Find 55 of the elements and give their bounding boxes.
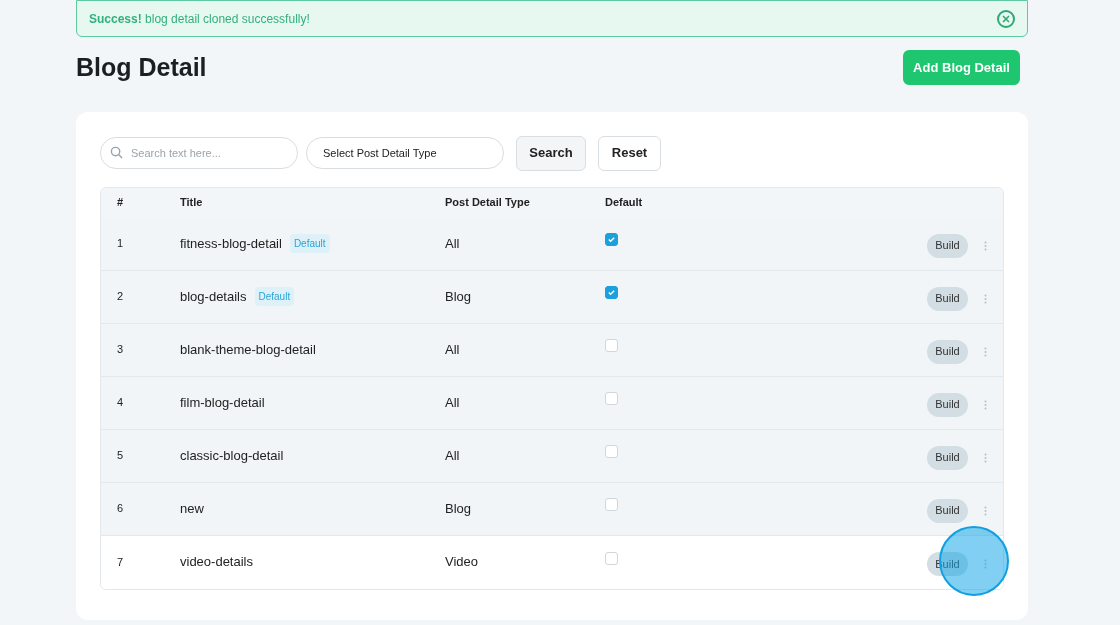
close-icon[interactable] (997, 9, 1015, 28)
row-number: 7 (116, 554, 125, 570)
type-text: All (445, 393, 461, 412)
build-button[interactable]: Build (927, 286, 968, 311)
default-checkbox[interactable] (605, 286, 618, 299)
title-text: blog-details (180, 287, 247, 306)
search-field[interactable]: Search text here... (100, 137, 298, 169)
more-icon[interactable] (984, 240, 987, 251)
row-number: 2 (116, 289, 125, 305)
check-icon (607, 288, 616, 297)
more-icon[interactable] (984, 505, 987, 516)
title-text: fitness-blog-detail (180, 234, 282, 253)
default-checkbox[interactable] (605, 551, 618, 565)
type-text: All (445, 340, 461, 359)
column-header: Default (605, 195, 643, 211)
column-header: Post Detail Type (445, 195, 531, 211)
title-text: blank-theme-blog-detail (180, 340, 316, 359)
title-text: video-details (180, 553, 253, 572)
build-button[interactable]: Build (927, 498, 968, 523)
more-icon[interactable] (984, 399, 987, 410)
row-number: 1 (116, 236, 125, 252)
default-checkbox[interactable] (605, 392, 618, 405)
build-button[interactable]: Build (927, 233, 968, 258)
row-number: 3 (116, 342, 125, 358)
build-button[interactable]: Build (927, 339, 968, 364)
reset-button[interactable]: Reset (598, 135, 661, 171)
default-checkbox[interactable] (605, 339, 618, 352)
default-badge: Default (254, 287, 295, 306)
more-icon[interactable] (984, 452, 987, 463)
alert-message: Success! blog detail cloned successfully! (89, 10, 310, 28)
default-badge: Default (289, 234, 330, 253)
row-number: 6 (116, 501, 125, 517)
type-text: Blog (445, 287, 473, 306)
column-header: Title (180, 195, 204, 211)
default-checkbox[interactable] (605, 498, 618, 511)
type-text: All (445, 234, 461, 253)
build-button[interactable]: Build (927, 445, 968, 470)
title-text: new (180, 499, 204, 518)
type-text: All (445, 446, 461, 465)
check-icon (607, 235, 616, 244)
title-text: classic-blog-detail (180, 446, 284, 465)
search-icon (110, 146, 123, 159)
build-button[interactable]: Build (927, 392, 968, 417)
row-number: 5 (116, 448, 125, 464)
default-checkbox[interactable] (605, 445, 618, 458)
default-checkbox[interactable] (605, 233, 618, 246)
more-icon[interactable] (984, 346, 987, 357)
row-number: 4 (116, 395, 125, 411)
title-text: film-blog-detail (180, 393, 265, 412)
column-header: # (116, 195, 125, 211)
page-title: Blog Detail (76, 52, 207, 83)
more-icon[interactable] (984, 293, 987, 304)
type-text: Video (445, 553, 479, 572)
search-button[interactable]: Search (516, 135, 586, 171)
type-text: Blog (445, 499, 473, 518)
